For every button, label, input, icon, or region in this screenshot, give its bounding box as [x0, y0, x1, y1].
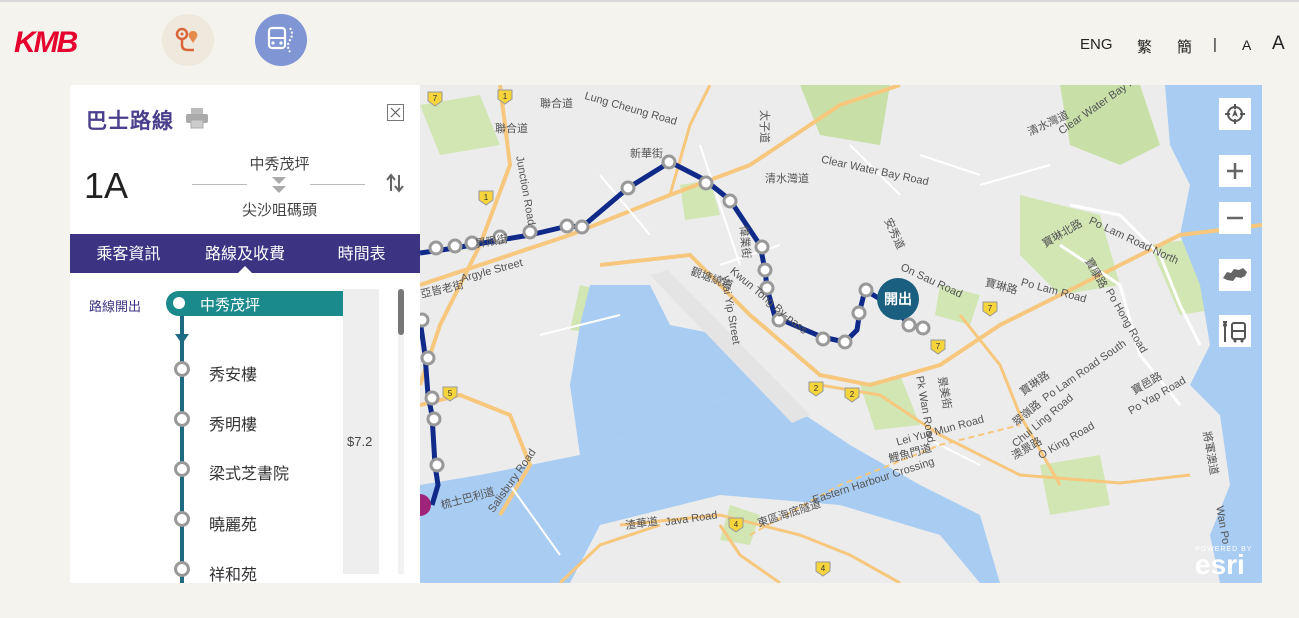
kmb-logo[interactable]: KMB — [14, 24, 94, 59]
map-label: 聯合道 — [540, 98, 573, 110]
route-shield-icon: 5 — [442, 386, 458, 402]
fare-column — [343, 289, 379, 574]
panel-title: 巴士路線 — [86, 109, 174, 133]
svg-text:2: 2 — [850, 390, 855, 399]
scrollbar-thumb[interactable] — [398, 289, 404, 335]
svg-text:1: 1 — [484, 193, 489, 202]
stop-dot — [174, 511, 190, 527]
stop-dot — [174, 561, 190, 577]
route-shield-icon: 7 — [427, 91, 443, 107]
route-search-button[interactable] — [162, 14, 214, 66]
basemap-button[interactable] — [1219, 259, 1251, 291]
print-icon[interactable] — [185, 107, 209, 129]
locate-icon — [1225, 104, 1245, 124]
stop-dot — [174, 361, 190, 377]
svg-text:1: 1 — [503, 92, 508, 101]
locate-button[interactable] — [1219, 98, 1251, 130]
close-panel-button[interactable] — [387, 104, 404, 121]
map-label: 聯合道 — [495, 123, 528, 135]
bus-stop-search-button[interactable] — [255, 14, 307, 66]
route-shield-icon: 1 — [497, 89, 513, 105]
to-terminus: 尖沙咀碼頭 — [241, 201, 317, 219]
divider — [310, 184, 365, 185]
zoom-out-button[interactable] — [1219, 202, 1251, 234]
bus-stop-icon — [267, 26, 293, 53]
svg-text:4: 4 — [734, 520, 739, 529]
swap-direction-icon[interactable] — [385, 173, 405, 193]
stop-dot — [174, 461, 190, 477]
route-start-marker[interactable]: 開出 — [877, 278, 919, 320]
svg-text:5: 5 — [448, 389, 453, 398]
tab-passenger-info[interactable]: 乘客資訊 — [70, 234, 187, 273]
svg-text:7: 7 — [936, 342, 941, 351]
origin-stop-name: 中秀茂坪 — [200, 296, 261, 314]
lang-english[interactable]: ENG — [1080, 36, 1113, 53]
route-number: 1A — [84, 165, 129, 206]
stop-name[interactable]: 曉麗苑 — [209, 511, 257, 535]
route-shield-icon: 7 — [982, 301, 998, 317]
tab-timetable[interactable]: 時間表 — [303, 234, 420, 273]
esri-logo-text: esri — [1195, 549, 1245, 580]
tab-route-fare[interactable]: 路線及收費 — [187, 234, 304, 273]
close-icon — [390, 107, 401, 118]
stop-name[interactable]: 梁式芝書院 — [209, 460, 289, 484]
route-shield-icon: 4 — [728, 517, 744, 533]
svg-text:2: 2 — [814, 384, 819, 393]
from-terminus: 中秀茂坪 — [249, 155, 310, 173]
origin-stop-dot — [173, 297, 185, 309]
zoom-out-icon — [1227, 216, 1243, 220]
basemap-icon — [1223, 268, 1247, 281]
panel-tabs: 乘客資訊 路線及收費 時間表 — [70, 234, 420, 273]
route-line — [180, 316, 184, 583]
lang-separator: | — [1213, 36, 1217, 53]
route-panel: 巴士路線 1A 中秀茂坪 尖沙咀碼頭 乘客資訊 路線及收費 時間表 路線開出 中… — [70, 85, 420, 583]
stop-name[interactable]: 秀明樓 — [209, 411, 257, 435]
map-label: 清水灣道 — [765, 173, 809, 185]
stop-name[interactable]: 祥和苑 — [209, 561, 257, 583]
top-border — [0, 0, 1299, 2]
map-label: 新華街 — [630, 148, 663, 160]
font-size-small[interactable]: A — [1242, 37, 1251, 53]
route-shield-icon: 2 — [808, 381, 824, 397]
stop-dot — [174, 411, 190, 427]
map-label: 太子道 — [758, 110, 770, 143]
font-size-large[interactable]: A — [1272, 33, 1285, 55]
route-map[interactable]: 7 1 1 5 2 2 7 7 4 4 聯合道 Lung Cheung Road… — [420, 85, 1262, 583]
lang-simplified[interactable]: 簡 — [1177, 36, 1192, 57]
esri-attribution: POWERED BY esri — [1195, 546, 1252, 579]
bus-stop-legend-icon — [1223, 321, 1246, 343]
route-shield-icon: 2 — [844, 387, 860, 403]
map-label: 偉業街 — [737, 225, 752, 260]
origin-label: 路線開出 — [89, 300, 142, 315]
bus-stop-legend-button[interactable] — [1219, 315, 1251, 347]
lang-traditional[interactable]: 繁 — [1137, 36, 1152, 57]
svg-text:7: 7 — [988, 304, 993, 313]
route-pin-icon — [175, 27, 198, 52]
zoom-in-button[interactable] — [1219, 155, 1251, 187]
route-shield-icon: 7 — [930, 339, 946, 355]
svg-text:4: 4 — [821, 564, 826, 573]
fare-value: $7.2 — [347, 434, 373, 449]
route-shield-icon: 4 — [815, 561, 831, 577]
zoom-in-icon — [1227, 163, 1243, 179]
stop-name[interactable]: 秀安樓 — [209, 361, 257, 385]
direction-down-icon — [174, 330, 190, 344]
route-shield-icon: 1 — [478, 190, 494, 206]
logo-text: KMB — [14, 26, 78, 58]
divider — [192, 184, 247, 185]
direction-arrow-icon — [270, 175, 288, 195]
svg-text:7: 7 — [433, 94, 438, 103]
